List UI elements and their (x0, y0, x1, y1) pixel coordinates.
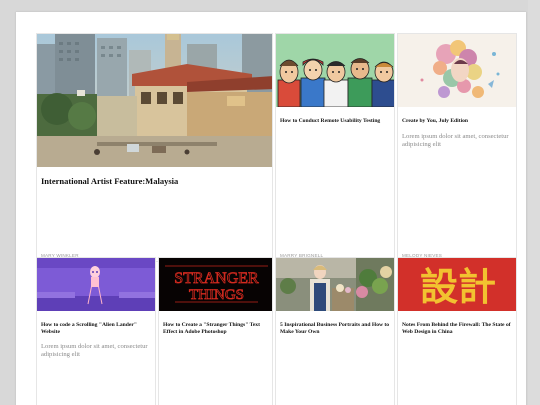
article-card-business-portraits[interactable]: 5 Inspirational Business Portraits and H… (275, 257, 395, 405)
floral-portrait-illustration-image[interactable] (398, 34, 516, 107)
stranger-text: STRANGER (174, 270, 259, 287)
article-card-create-by-you[interactable]: Create by You, July Edition Lorem ipsum … (397, 33, 517, 262)
article-card-usability[interactable]: How to Conduct Remote Usability Testing … (275, 33, 395, 262)
page-container: International Artist Feature:Malaysia MA… (16, 12, 526, 405)
florist-portrait-image[interactable] (276, 258, 394, 311)
malaysia-street-painting (37, 34, 272, 167)
article-card-alien-lander[interactable]: How to code a Scrolling "Alien Lander" W… (36, 257, 156, 405)
card-title[interactable]: International Artist Feature:Malaysia (41, 176, 268, 187)
article-card-malaysia[interactable]: International Artist Feature:Malaysia MA… (36, 33, 273, 262)
stranger-things-logo: STRANGER THINGS (159, 258, 272, 311)
alien-lander-illustration (37, 258, 155, 311)
card-title[interactable]: How to code a Scrolling "Alien Lander" W… (41, 322, 151, 336)
alien-lander-image[interactable] (37, 258, 155, 311)
card-excerpt: Lorem ipsum dolor sit amet, consectetur … (41, 343, 148, 358)
chinese-characters-sign-image[interactable]: 設計 (398, 258, 516, 311)
article-card-china-firewall[interactable]: 設計 Notes From Behind the Firewall: The S… (397, 257, 517, 405)
cartoon-people-crowd-image[interactable] (276, 34, 394, 107)
card-excerpt: Lorem ipsum dolor sit amet, consectetur … (402, 133, 509, 148)
window-right-edge (528, 0, 540, 405)
things-text: THINGS (189, 287, 244, 303)
card-title[interactable]: How to Create a "Stranger Things" Text E… (163, 322, 268, 336)
card-title[interactable]: How to Conduct Remote Usability Testing (280, 118, 390, 125)
card-title[interactable]: Notes From Behind the Firewall: The Stat… (402, 322, 512, 336)
malaysia-street-painting-image[interactable] (37, 34, 272, 167)
china-text: 設計 (420, 265, 496, 309)
card-title[interactable]: Create by You, July Edition (402, 118, 512, 125)
floral-portrait-illustration (398, 34, 516, 107)
article-card-stranger-things[interactable]: STRANGER THINGS How to Create a "Strange… (158, 257, 273, 405)
stranger-things-logo-image[interactable]: STRANGER THINGS (159, 258, 272, 311)
florist-portrait-photo (276, 258, 394, 311)
cartoon-people-crowd (276, 34, 394, 107)
card-title[interactable]: 5 Inspirational Business Portraits and H… (280, 322, 390, 336)
chinese-characters-sign: 設計 (398, 258, 516, 311)
